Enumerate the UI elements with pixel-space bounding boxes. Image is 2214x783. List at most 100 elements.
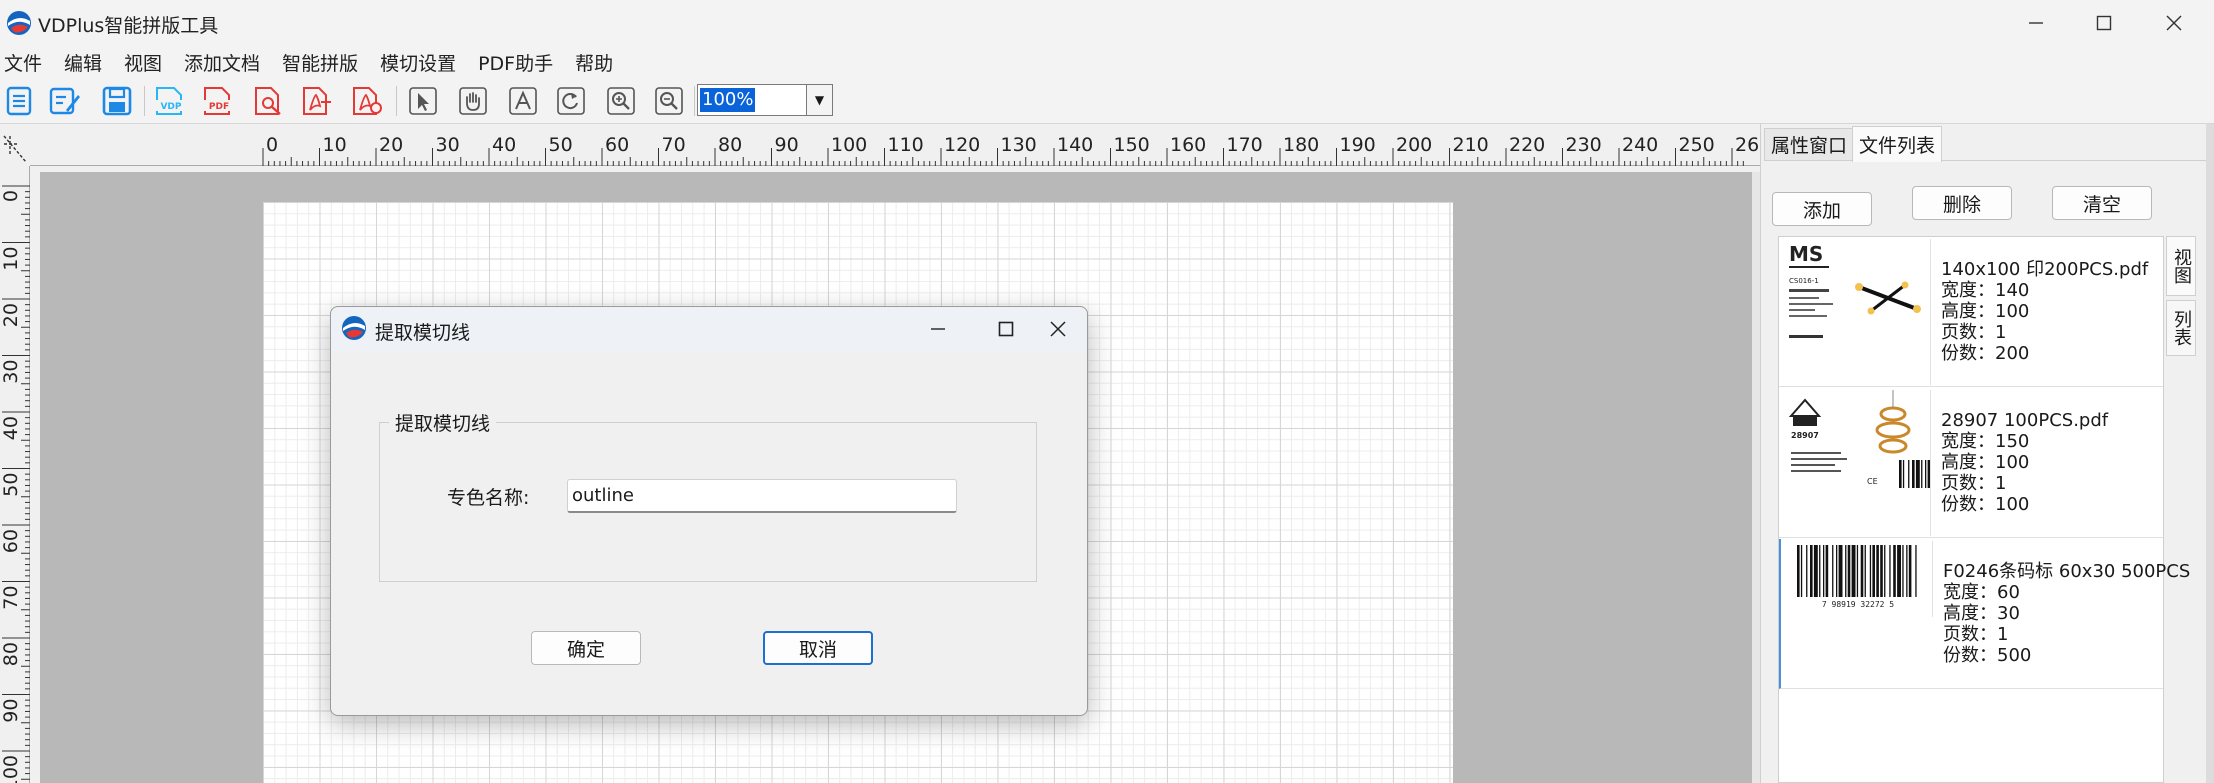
ruler-label: 90: [0, 699, 22, 723]
zoom-in-button[interactable]: [604, 84, 638, 118]
pan-tool-button[interactable]: [456, 84, 490, 118]
dialog-title-bar: 提取模切线: [331, 307, 1087, 351]
edit-document-button[interactable]: [48, 84, 82, 118]
barcode-bar: [1800, 545, 1803, 597]
ruler-label: 0: [266, 134, 278, 156]
barcode-bar: [1823, 545, 1825, 597]
pdf-search-button[interactable]: [252, 84, 286, 118]
barcode-bar: [1927, 460, 1930, 488]
file-name: F0246条码标 60x30 500PCS: [1943, 561, 2191, 582]
file-height: 高度：100: [1941, 452, 2030, 473]
dialog-maximize-button[interactable]: [981, 313, 1031, 345]
title-bar: VDPlus智能拼版工具: [0, 0, 2214, 46]
side-tab-list[interactable]: 列表: [2166, 300, 2196, 356]
file-list-item[interactable]: MS CS016-1 140x100 印200PCS.pdf 宽度：140 高度…: [1779, 237, 2163, 387]
select-tool-button[interactable]: [406, 84, 440, 118]
barcode-bar: [1869, 545, 1872, 597]
file-copies: 份数：100: [1941, 494, 2030, 515]
canvas-scrollbar[interactable]: [1752, 172, 1760, 783]
file-pages: 页数：1: [1941, 473, 2007, 494]
file-list-item[interactable]: 28907 CE 28907 100PCS.pdf 宽度：150 高度：100 …: [1779, 388, 2163, 538]
barcode-bar: [1836, 545, 1838, 597]
barcode-bar: [1906, 545, 1908, 597]
ruler-corner: [0, 130, 30, 166]
dialog-minimize-button[interactable]: [913, 313, 963, 345]
maximize-button[interactable]: [2074, 6, 2134, 40]
barcode-bar: [1921, 460, 1923, 488]
barcode-bar: [1832, 545, 1834, 597]
cursor-icon: [409, 87, 437, 115]
barcode-bar: [1899, 460, 1902, 488]
tab-properties[interactable]: 属性窗口: [1764, 128, 1855, 160]
ruler-label: 50: [549, 134, 573, 156]
minimize-button[interactable]: [2006, 6, 2066, 40]
rotate-button[interactable]: [554, 84, 588, 118]
barcode-bar: [1825, 545, 1829, 597]
spot-color-label: 专色名称:: [447, 487, 530, 509]
ruler-label: 200: [1396, 134, 1432, 156]
text-tool-button[interactable]: [506, 84, 540, 118]
ruler-label: 100: [831, 134, 867, 156]
add-file-button[interactable]: 添加: [1772, 192, 1872, 226]
menu-edit[interactable]: 编辑: [64, 49, 102, 76]
zoom-out-button[interactable]: [652, 84, 686, 118]
maximize-icon: [2096, 15, 2112, 31]
file-thumbnail: 28907 CE: [1781, 390, 1931, 536]
ruler-label: 0: [0, 190, 22, 202]
ruler-label: 240: [1622, 134, 1658, 156]
list-document-icon: [6, 86, 32, 116]
chevron-down-icon: ▼: [814, 93, 825, 107]
barcode-bar: [1876, 545, 1879, 597]
menu-pdf-assistant[interactable]: PDF助手: [478, 49, 553, 76]
pdf-acrobat-button[interactable]: [300, 84, 334, 118]
barcode-bar: [1915, 460, 1920, 488]
barcode-bar: [1847, 545, 1851, 597]
vdp-document-button[interactable]: VDP: [154, 84, 188, 118]
delete-file-button[interactable]: 删除: [1912, 186, 2012, 220]
ruler-label: 40: [0, 416, 22, 440]
side-tab-view[interactable]: 视图: [2166, 236, 2196, 296]
ruler-label: 210: [1453, 134, 1489, 156]
new-list-button[interactable]: [2, 84, 36, 118]
close-button[interactable]: [2144, 6, 2204, 40]
rotate-icon: [557, 87, 585, 115]
barcode-bar: [1872, 545, 1875, 597]
pdf-document-button[interactable]: PDF: [202, 84, 236, 118]
cancel-button[interactable]: 取消: [763, 631, 873, 665]
zoom-combobox[interactable]: 100% ▼: [697, 84, 833, 116]
file-list-item[interactable]: 7 98919 32272 5 F0246条码标 60x30 500PCS 宽度…: [1779, 539, 2190, 689]
ruler-label: 220: [1509, 134, 1545, 156]
panel-scrollbar[interactable]: [2206, 124, 2214, 783]
menu-smart-imposition[interactable]: 智能拼版: [282, 49, 358, 76]
clear-files-button[interactable]: 清空: [2052, 186, 2152, 220]
file-width: 宽度：140: [1941, 280, 2030, 301]
dialog-close-button[interactable]: [1033, 313, 1083, 345]
spot-color-input[interactable]: [567, 479, 957, 513]
text-icon: [509, 87, 537, 115]
zoom-dropdown-button[interactable]: ▼: [806, 85, 832, 115]
barcode-bar: [1889, 545, 1891, 597]
ok-button[interactable]: 确定: [531, 631, 641, 665]
toolbar-separator: [144, 86, 145, 116]
barcode-bar: [1864, 545, 1866, 597]
menu-view[interactable]: 视图: [124, 49, 162, 76]
menu-add-document[interactable]: 添加文档: [184, 49, 260, 76]
ruler-label: 70: [662, 134, 686, 156]
ruler-label: 140: [1057, 134, 1093, 156]
thumb-ce-mark: CE: [1867, 477, 1878, 486]
ruler-label: 60: [0, 529, 22, 553]
tab-file-list[interactable]: 文件列表: [1852, 126, 1943, 162]
window-title: VDPlus智能拼版工具: [38, 15, 219, 37]
pdf-tools-icon: [353, 87, 382, 115]
zoom-out-icon: [655, 87, 683, 115]
barcode-thumbnail-image: 7 98919 32272 5: [1797, 545, 1917, 609]
dialog-title: 提取模切线: [375, 322, 471, 344]
app-logo-icon: [7, 11, 31, 35]
file-list[interactable]: MS CS016-1 140x100 印200PCS.pdf 宽度：140 高度…: [1778, 236, 2190, 783]
menu-die-cut-settings[interactable]: 模切设置: [380, 49, 456, 76]
menu-file[interactable]: 文件: [4, 49, 42, 76]
menu-help[interactable]: 帮助: [575, 49, 613, 76]
pdf-tools-button[interactable]: [350, 84, 384, 118]
zoom-value[interactable]: 100%: [700, 88, 756, 112]
save-button[interactable]: [100, 84, 134, 118]
